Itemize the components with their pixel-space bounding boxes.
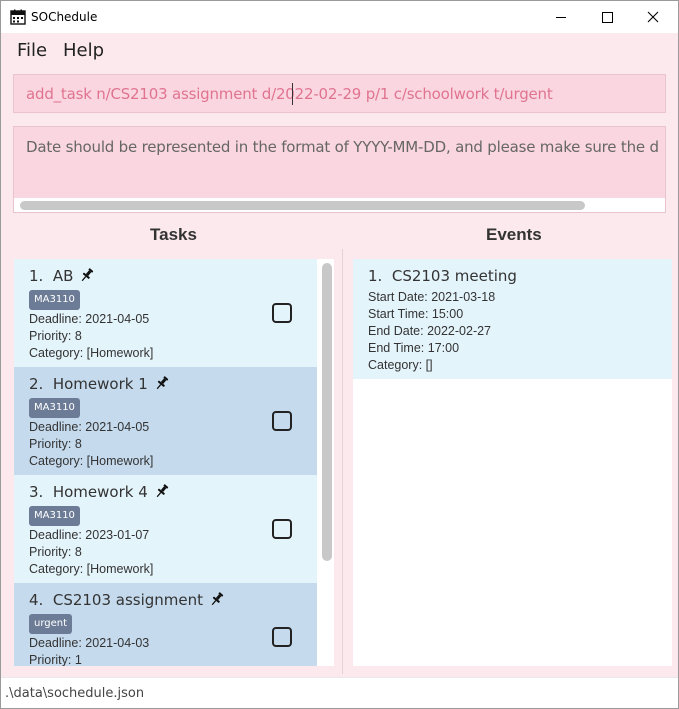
pin-icon bbox=[154, 375, 170, 395]
task-priority: Priority: 1 bbox=[29, 653, 82, 666]
close-icon bbox=[647, 11, 659, 23]
event-start-time: Start Time: 15:00 bbox=[368, 307, 464, 321]
command-text: add_task n/CS2103 assignment d/2022-02-2… bbox=[26, 85, 553, 103]
result-display[interactable]: Date should be represented in the format… bbox=[13, 126, 666, 213]
task-tag: MA3110 bbox=[29, 290, 80, 310]
text-caret bbox=[292, 83, 293, 105]
task-category: Category: [Homework] bbox=[29, 454, 154, 468]
task-priority: Priority: 8 bbox=[29, 329, 82, 343]
maximize-icon bbox=[602, 12, 613, 23]
task-title: 1. AB bbox=[29, 267, 95, 287]
event-title: 1. CS2103 meeting bbox=[368, 267, 517, 285]
maximize-button[interactable] bbox=[584, 1, 630, 33]
menu-file[interactable]: File bbox=[17, 40, 47, 61]
menu-bar: File Help bbox=[1, 33, 678, 67]
minimize-button[interactable] bbox=[538, 1, 584, 33]
title-bar: SOChedule bbox=[1, 1, 678, 33]
close-button[interactable] bbox=[630, 1, 676, 33]
task-title-text: 3. Homework 4 bbox=[29, 483, 148, 501]
result-scroll-thumb[interactable] bbox=[20, 201, 585, 210]
task-done-checkbox[interactable] bbox=[272, 519, 292, 539]
task-title: 2. Homework 1 bbox=[29, 375, 170, 395]
task-title: 3. Homework 4 bbox=[29, 483, 170, 503]
task-tag: urgent bbox=[29, 614, 73, 634]
event-card[interactable]: 1. CS2103 meeting Start Date: 2021-03-18… bbox=[353, 259, 672, 379]
event-end-time: End Time: 17:00 bbox=[368, 341, 460, 355]
task-card[interactable]: 3. Homework 4 MA3110 Deadline: 2023-01-07 P… bbox=[14, 475, 317, 583]
task-deadline: Deadline: 2021-04-05 bbox=[29, 312, 150, 326]
task-list[interactable]: 1. AB MA3110 Deadline: 2021-04-05 Priority:… bbox=[14, 259, 334, 666]
minimize-icon bbox=[556, 17, 566, 18]
panel-divider bbox=[342, 249, 343, 674]
pin-icon bbox=[79, 267, 95, 287]
task-deadline: Deadline: 2021-04-05 bbox=[29, 420, 150, 434]
app-window: SOChedule File Help add_task n/CS2103 as… bbox=[0, 0, 679, 709]
task-card[interactable]: 1. AB MA3110 Deadline: 2021-04-05 Priority:… bbox=[14, 259, 317, 367]
calendar-icon bbox=[10, 9, 26, 25]
task-done-checkbox[interactable] bbox=[272, 411, 292, 431]
result-horizontal-scrollbar[interactable] bbox=[14, 198, 665, 212]
pin-icon bbox=[209, 591, 225, 611]
task-priority: Priority: 8 bbox=[29, 545, 82, 559]
task-done-checkbox[interactable] bbox=[272, 627, 292, 647]
command-input[interactable]: add_task n/CS2103 assignment d/2022-02-2… bbox=[13, 74, 666, 113]
task-title-text: 2. Homework 1 bbox=[29, 375, 148, 393]
task-deadline: Deadline: 2021-04-03 bbox=[29, 636, 150, 650]
window-title: SOChedule bbox=[31, 10, 98, 24]
event-start-date: Start Date: 2021-03-18 bbox=[368, 290, 496, 304]
status-bar: .\data\sochedule.json bbox=[1, 677, 678, 708]
event-list[interactable]: 1. CS2103 meeting Start Date: 2021-03-18… bbox=[353, 259, 672, 666]
task-done-checkbox[interactable] bbox=[272, 303, 292, 323]
event-category: Category: [] bbox=[368, 358, 433, 372]
task-list-scrollbar[interactable] bbox=[317, 259, 334, 666]
task-category: Category: [Homework] bbox=[29, 346, 154, 360]
task-list-scroll-thumb[interactable] bbox=[322, 263, 332, 561]
task-title-text: 4. CS2103 assignment bbox=[29, 591, 204, 609]
event-end-date: End Date: 2022-02-27 bbox=[368, 324, 492, 338]
events-panel-title: Events bbox=[486, 225, 542, 244]
task-category: Category: [Homework] bbox=[29, 562, 154, 576]
task-title: 4. CS2103 assignment bbox=[29, 591, 225, 611]
pin-icon bbox=[154, 483, 170, 503]
task-tag: MA3110 bbox=[29, 398, 80, 418]
task-tag: MA3110 bbox=[29, 506, 80, 526]
task-deadline: Deadline: 2023-01-07 bbox=[29, 528, 150, 542]
task-title-text: 1. AB bbox=[29, 267, 74, 285]
menu-help[interactable]: Help bbox=[63, 40, 104, 61]
result-message: Date should be represented in the format… bbox=[26, 138, 659, 156]
task-priority: Priority: 8 bbox=[29, 437, 82, 451]
task-card[interactable]: 4. CS2103 assignment urgent Deadline: 2021… bbox=[14, 583, 317, 666]
tasks-panel-title: Tasks bbox=[150, 225, 197, 244]
task-card[interactable]: 2. Homework 1 MA3110 Deadline: 2021-04-05 P… bbox=[14, 367, 317, 475]
save-file-path: .\data\sochedule.json bbox=[5, 686, 145, 701]
